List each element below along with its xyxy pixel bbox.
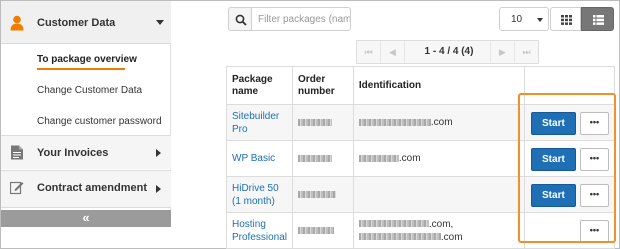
more-options-button[interactable]: ••• [579,184,609,207]
package-name-cell: Sitebuilder Pro [225,104,294,141]
pagination: ⏮ ◀ 1 - 4 / 4 (4) ▶ ⏭ [356,40,539,64]
last-page-icon: ⏭ [522,47,531,57]
more-dots-icon: ••• [589,225,600,235]
next-page-button[interactable]: ▶ [490,41,514,63]
redacted-identification [358,233,441,241]
grid-view-button[interactable] [550,7,581,31]
start-button[interactable]: Start [530,148,576,171]
per-page-select[interactable]: 10 [499,7,549,31]
table-row: HiDrive 50 (1 month) Start ••• [225,176,616,213]
packages-table: Package name Order number Identification… [225,66,616,249]
chevron-down-icon [156,20,164,25]
table-row: WP Basic .com Start ••• [225,140,616,177]
more-options-button[interactable]: ••• [579,220,609,243]
package-link[interactable]: HiDrive 50 (1 month) [232,183,279,207]
pagination-info: 1 - 4 / 4 (4) [424,46,474,57]
chevron-right-icon [156,149,161,157]
redacted-identification [358,154,399,162]
package-link[interactable]: Sitebuilder Pro [232,111,279,135]
list-view-button[interactable] [581,7,614,31]
chevron-right-icon [156,185,161,193]
sidebar-section-label: Contract amendment [37,182,148,194]
first-page-icon: ⏮ [364,47,373,57]
identification-suffix: .com, [428,218,454,230]
package-name-cell: Hosting Professional [225,212,294,249]
package-name-cell: WP Basic [225,140,294,177]
first-page-button[interactable]: ⏮ [357,41,381,63]
redacted-identification [358,118,431,126]
double-chevron-left-icon: « [82,210,90,225]
package-link[interactable]: WP Basic [232,153,275,164]
column-header-package-name[interactable]: Package name [225,66,294,105]
more-dots-icon: ••• [589,117,600,127]
sidebar-item-package-overview[interactable]: To package overview [37,54,137,65]
order-number-cell [292,176,354,213]
prev-page-icon: ◀ [389,47,396,57]
package-name-cell: HiDrive 50 (1 month) [225,176,294,213]
list-view-icon [593,15,604,25]
more-dots-icon: ••• [589,189,600,199]
package-link[interactable]: Hosting Professional [232,219,287,243]
table-header-row: Package name Order number Identification [225,66,616,105]
more-options-button[interactable]: ••• [579,112,609,135]
identification-cell: .com [352,104,525,141]
column-header-order-number[interactable]: Order number [292,66,354,105]
identification-suffix: .com [440,231,463,243]
more-options-button[interactable]: ••• [579,148,609,171]
sidebar-section-contract[interactable]: Contract amendment [1,170,171,208]
per-page-value: 10 [511,14,523,25]
identification-cell: .com, .com [352,212,525,249]
actions-cell: Start ••• [523,140,616,177]
sidebar-item-change-customer-data[interactable]: Change Customer Data [37,85,142,96]
sidebar: Customer Data To package overview Change… [1,1,171,247]
collapse-sidebar-button[interactable]: « [1,210,171,227]
table-row: Sitebuilder Pro .com Start ••• [225,104,616,141]
column-header-actions [523,66,616,105]
last-page-button[interactable]: ⏭ [514,41,538,63]
actions-cell: ••• [523,212,616,249]
sidebar-section-label: Customer Data [37,17,116,29]
sidebar-section-customer-data[interactable]: Customer Data [1,1,171,44]
redacted-order-number [298,190,337,198]
filter-packages-input[interactable] [252,7,351,31]
document-icon [11,145,23,160]
grid-view-icon [561,15,572,25]
redacted-order-number [298,154,333,162]
user-icon [10,15,24,31]
search-icon [235,14,247,26]
search-button[interactable] [228,7,252,31]
order-number-cell [292,212,354,249]
sidebar-section-label: Your Invoices [37,147,109,159]
order-number-cell [292,104,354,141]
column-header-identification[interactable]: Identification [352,66,525,105]
actions-cell: Start ••• [523,176,616,213]
order-number-cell [292,140,354,177]
sidebar-item-change-password[interactable]: Change customer password [37,116,162,127]
sidebar-section-invoices[interactable]: Your Invoices [1,135,171,169]
start-button[interactable]: Start [530,112,576,135]
edit-icon [10,181,24,195]
actions-cell: Start ••• [523,104,616,141]
redacted-order-number [298,118,333,126]
identification-suffix: .com [430,117,453,128]
chevron-down-icon [537,18,543,22]
identification-cell: .com [352,140,525,177]
next-page-icon: ▶ [499,47,506,57]
redacted-identification [358,220,429,228]
start-button[interactable]: Start [530,184,576,207]
table-row: Hosting Professional .com, .com ••• [225,212,616,249]
identification-suffix: .com [398,153,421,164]
identification-cell [352,176,525,213]
active-item-underline [37,68,125,70]
prev-page-button[interactable]: ◀ [381,41,405,63]
more-dots-icon: ••• [589,153,600,163]
sidebar-footer [1,227,171,247]
redacted-order-number [298,226,335,234]
